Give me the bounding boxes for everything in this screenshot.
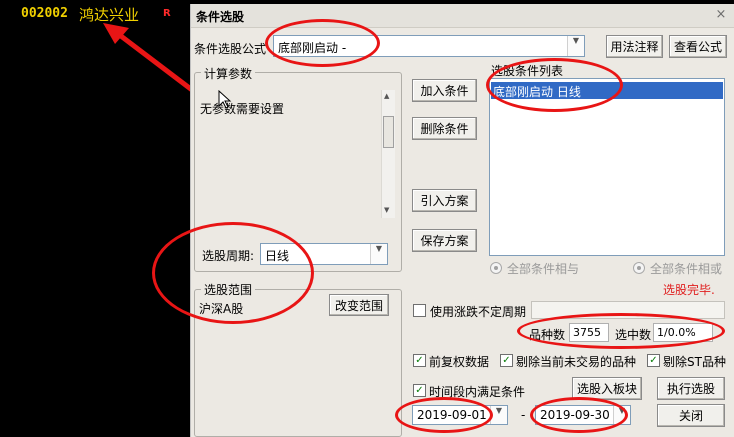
formula-label: 条件选股公式 — [194, 42, 267, 56]
logic-and-label: 全部条件相与 — [507, 262, 580, 276]
usage-notes-button[interactable]: 用法注释 — [606, 35, 663, 58]
params-scrollbar[interactable]: ▲ ▼ — [381, 90, 395, 218]
to-block-button[interactable]: 选股入板块 — [572, 377, 642, 400]
conditions-title: 选股条件列表 — [491, 64, 564, 78]
scroll-up-icon[interactable]: ▲ — [384, 92, 389, 100]
in-period-label: 时间段内满足条件 — [429, 385, 526, 399]
formula-value: 底部刚启动 - — [278, 41, 347, 55]
delete-condition-button[interactable]: 删除条件 — [412, 117, 477, 140]
exclude-st-checkbox[interactable]: ✓ — [647, 354, 660, 367]
chevron-down-icon[interactable]: ▼ — [490, 406, 507, 424]
view-formula-button[interactable]: 查看公式 — [669, 35, 727, 58]
count-field: 3755 — [569, 323, 609, 342]
scroll-down-icon[interactable]: ▼ — [384, 206, 389, 214]
close-button[interactable]: 关闭 — [657, 404, 725, 427]
change-range-button[interactable]: 改变范围 — [329, 294, 389, 316]
stock-code: 002002 — [21, 6, 68, 21]
fuquan-label: 前复权数据 — [429, 355, 490, 369]
condition-text: 底部刚启动 日线 — [493, 85, 581, 99]
exclude-st-label: 剔除ST品种 — [663, 355, 726, 369]
condition-select-dialog: 条件选股 × 条件选股公式 底部刚启动 - ▼ 用法注释 查看公式 计算参数 无… — [190, 4, 734, 437]
period-select[interactable]: 日线 ▼ — [260, 243, 388, 265]
logic-and-radio[interactable] — [490, 262, 502, 274]
hit-label: 选中数 — [615, 328, 652, 342]
hit-value: 1/0.0% — [657, 326, 696, 339]
date-dash: - — [521, 408, 526, 422]
date-from-picker[interactable]: 2019-09-01 ▼ — [412, 405, 508, 425]
hit-field: 1/0.0% — [653, 323, 713, 342]
chevron-down-icon[interactable]: ▼ — [567, 36, 584, 56]
import-scheme-button[interactable]: 引入方案 — [412, 189, 477, 212]
in-period-checkbox[interactable]: ✓ — [413, 384, 426, 397]
count-value: 3755 — [573, 326, 601, 339]
add-condition-button[interactable]: 加入条件 — [412, 79, 477, 102]
dialog-titlebar: 条件选股 × — [191, 4, 734, 28]
scroll-thumb[interactable] — [383, 116, 394, 148]
save-scheme-button[interactable]: 保存方案 — [412, 229, 477, 252]
range-group-title: 选股范围 — [201, 281, 256, 298]
conditions-list[interactable]: 底部刚启动 日线 — [489, 78, 725, 256]
uncertain-period-label: 使用涨跌不定周期 — [430, 305, 527, 319]
range-value: 沪深A股 — [199, 302, 244, 316]
mouse-cursor-icon — [218, 90, 232, 109]
list-item[interactable]: 底部刚启动 日线 — [491, 82, 723, 99]
date-to-value: 2019-09-30 — [540, 408, 610, 422]
execute-select-button[interactable]: 执行选股 — [657, 377, 725, 400]
date-to-picker[interactable]: 2019-09-30 ▼ — [535, 405, 631, 425]
period-label: 选股周期: — [202, 249, 255, 263]
count-label: 品种数 — [529, 328, 566, 342]
uncertain-period-checkbox[interactable]: ✓ — [413, 304, 426, 317]
logic-or-radio[interactable] — [633, 262, 645, 274]
fuquan-checkbox[interactable]: ✓ — [413, 354, 426, 367]
status-text: 选股完毕. — [663, 283, 715, 297]
chevron-down-icon[interactable]: ▼ — [370, 244, 387, 264]
close-icon[interactable]: × — [713, 7, 729, 23]
date-from-value: 2019-09-01 — [417, 408, 487, 422]
params-group-title: 计算参数 — [201, 65, 256, 82]
chevron-down-icon[interactable]: ▼ — [613, 406, 630, 424]
formula-select[interactable]: 底部刚启动 - ▼ — [273, 35, 585, 57]
exclude-untraded-label: 剔除当前未交易的品种 — [516, 355, 637, 369]
params-text: 无参数需要设置 — [200, 102, 285, 116]
dialog-title: 条件选股 — [196, 10, 245, 24]
period-value: 日线 — [265, 249, 290, 263]
logic-or-label: 全部条件相或 — [650, 262, 723, 276]
uncertain-period-field[interactable] — [531, 301, 725, 319]
exclude-untraded-checkbox[interactable]: ✓ — [500, 354, 513, 367]
